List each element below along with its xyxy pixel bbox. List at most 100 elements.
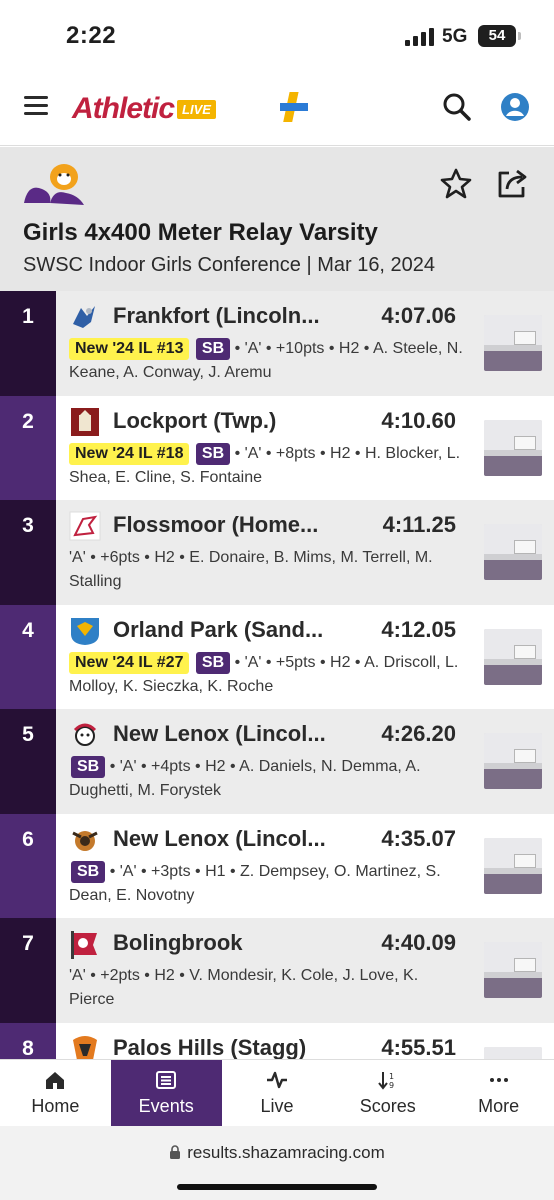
race-photo-thumbnail[interactable] xyxy=(484,315,542,371)
race-photo-thumbnail[interactable] xyxy=(484,733,542,789)
more-icon xyxy=(489,1078,508,1082)
season-best-badge: SB xyxy=(71,756,106,778)
season-best-badge: SB xyxy=(71,860,106,883)
nav-live[interactable]: Live xyxy=(222,1060,333,1126)
relay-details: • 'A' • +4pts • H2 • A. Daniels, N. Demm… xyxy=(69,758,421,799)
viking-logo-icon xyxy=(69,511,101,541)
season-best-badge: SB xyxy=(195,442,231,465)
team-name[interactable]: Bolingbrook xyxy=(113,930,349,956)
place-number: 7 xyxy=(0,918,56,1023)
result-row[interactable]: 5 New Lenox (Lincol... 4:26.20 SB • 'A' … xyxy=(0,709,554,814)
url-text: results.shazamracing.com xyxy=(187,1143,385,1162)
sandburg-shield-icon xyxy=(71,617,99,645)
finish-time: 4:26.20 xyxy=(381,721,456,746)
eagle-logo-icon xyxy=(73,306,95,328)
result-row[interactable]: 4 Orland Park (Sand... 4:12.05 New '24 I… xyxy=(0,604,554,709)
result-details: SB • 'A' • +4pts • H2 • A. Daniels, N. D… xyxy=(69,755,464,803)
stagg-logo-icon xyxy=(73,1035,97,1059)
finish-time: 4:11.25 xyxy=(382,512,456,537)
place-number: 5 xyxy=(0,709,56,814)
svg-text:9: 9 xyxy=(389,1081,394,1090)
account-icon[interactable] xyxy=(500,92,530,122)
nav-label: Home xyxy=(31,1096,80,1116)
event-header: Girls 4x400 Meter Relay Varsity SWSC Ind… xyxy=(0,147,554,291)
race-photo-thumbnail[interactable] xyxy=(484,837,542,894)
school-crest-icon xyxy=(71,407,99,436)
nav-more[interactable]: More xyxy=(443,1060,554,1126)
lock-icon xyxy=(170,1145,181,1159)
result-details: 'A' • +6pts • H2 • E. Donaire, B. Mims, … xyxy=(69,546,464,594)
url-field[interactable]: results.shazamracing.com xyxy=(0,1143,554,1163)
result-row[interactable]: 6 New Lenox (Lincol... 4:35.07 SB • 'A' … xyxy=(0,813,554,918)
network-type: 5G xyxy=(442,26,468,47)
share-icon[interactable] xyxy=(496,167,530,199)
nav-label: Events xyxy=(138,1096,194,1116)
place-number: 1 xyxy=(0,291,56,396)
team-name[interactable]: Frankfort (Lincoln... xyxy=(113,303,349,329)
season-best-badge: SB xyxy=(195,651,231,674)
race-photo-thumbnail[interactable] xyxy=(484,524,542,580)
sort-icon: 1 9 xyxy=(378,1072,394,1090)
race-photo-thumbnail[interactable] xyxy=(484,419,542,476)
race-photo-thumbnail[interactable] xyxy=(484,942,542,998)
warrior-logo-icon xyxy=(73,723,97,746)
nav-scores[interactable]: 1 9 Scores xyxy=(332,1060,443,1126)
nav-home[interactable]: Home xyxy=(0,1060,111,1126)
results-list: 1 Frankfort (Lincoln... 4:07.06 New '24 … xyxy=(0,291,554,1059)
race-photo-thumbnail[interactable] xyxy=(484,628,542,685)
mascot-logo-icon xyxy=(72,830,98,851)
result-row[interactable]: 7 Bolingbrook 4:40.09 'A' • +2pts • H2 •… xyxy=(0,918,554,1023)
result-row[interactable]: 1 Frankfort (Lincoln... 4:07.06 New '24 … xyxy=(0,291,554,396)
result-row[interactable]: 2 Lockport (Twp.) 4:10.60 New '24 IL #18… xyxy=(0,395,554,500)
relay-details: 'A' • +6pts • H2 • E. Donaire, B. Mims, … xyxy=(69,549,433,590)
plus-logo-icon[interactable] xyxy=(278,90,310,124)
finish-time: 4:35.07 xyxy=(381,825,456,851)
hamburger-menu-icon[interactable] xyxy=(24,96,48,116)
relay-details: 'A' • +2pts • H2 • V. Mondesir, K. Cole,… xyxy=(69,967,419,1008)
result-row[interactable]: 3 Flossmoor (Home... 4:11.25 'A' • +6pts… xyxy=(0,500,554,605)
result-details: 'A' • +2pts • H2 • V. Mondesir, K. Cole,… xyxy=(69,964,464,1012)
home-indicator[interactable] xyxy=(177,1184,377,1190)
result-details: New '24 IL #27 SB • 'A' • +5pts • H2 • A… xyxy=(69,651,464,699)
season-best-badge: SB xyxy=(195,338,231,360)
state-rank-badge: New '24 IL #18 xyxy=(69,442,190,465)
team-name[interactable]: Lockport (Twp.) xyxy=(113,408,349,434)
nav-label: More xyxy=(478,1096,520,1116)
status-bar: 2:22 5G 54 xyxy=(0,0,554,70)
app-header: Athletic LIVE xyxy=(0,70,554,146)
battery-icon: 54 xyxy=(478,25,521,47)
logo-badge: LIVE xyxy=(177,99,216,119)
athletic-live-logo[interactable]: Athletic LIVE xyxy=(72,92,216,126)
place-number: 4 xyxy=(0,604,56,709)
finish-time: 4:55.51 xyxy=(381,1034,456,1060)
place-number: 3 xyxy=(0,500,56,605)
finish-time: 4:12.05 xyxy=(381,616,456,642)
state-rank-badge: New '24 IL #13 xyxy=(69,338,190,360)
result-details: New '24 IL #13 SB • 'A' • +10pts • H2 • … xyxy=(69,337,464,385)
result-details: SB • 'A' • +3pts • H1 • Z. Dempsey, O. M… xyxy=(69,860,464,908)
team-name[interactable]: New Lenox (Lincol... xyxy=(113,826,349,852)
bottom-nav: Home Events Live 1 9 Scores More xyxy=(0,1059,554,1126)
nav-label: Live xyxy=(260,1096,294,1116)
status-time: 2:22 xyxy=(66,22,117,49)
nav-label: Scores xyxy=(359,1096,416,1116)
finish-time: 4:40.09 xyxy=(381,930,456,955)
search-icon[interactable] xyxy=(442,92,472,122)
signal-icon xyxy=(405,28,434,46)
school-logo-icon xyxy=(24,164,84,205)
team-name[interactable]: Flossmoor (Home... xyxy=(113,512,349,538)
team-name[interactable]: New Lenox (Lincol... xyxy=(113,721,349,747)
race-photo-thumbnail[interactable] xyxy=(484,1046,542,1059)
raider-flag-icon xyxy=(71,931,97,959)
team-name[interactable]: Orland Park (Sand... xyxy=(113,617,349,643)
nav-events[interactable]: Events xyxy=(110,1060,222,1126)
pulse-icon xyxy=(266,1071,287,1089)
result-row[interactable]: 8 Palos Hills (Stagg) 4:55.51 xyxy=(0,1022,554,1060)
place-number: 6 xyxy=(0,813,56,918)
logo-text: Athletic xyxy=(72,92,175,125)
finish-time: 4:07.06 xyxy=(381,303,456,328)
place-number: 2 xyxy=(0,395,56,500)
favorite-star-icon[interactable] xyxy=(440,167,472,199)
team-name[interactable]: Palos Hills (Stagg) xyxy=(113,1035,349,1060)
browser-url-bar: results.shazamracing.com xyxy=(0,1126,554,1200)
